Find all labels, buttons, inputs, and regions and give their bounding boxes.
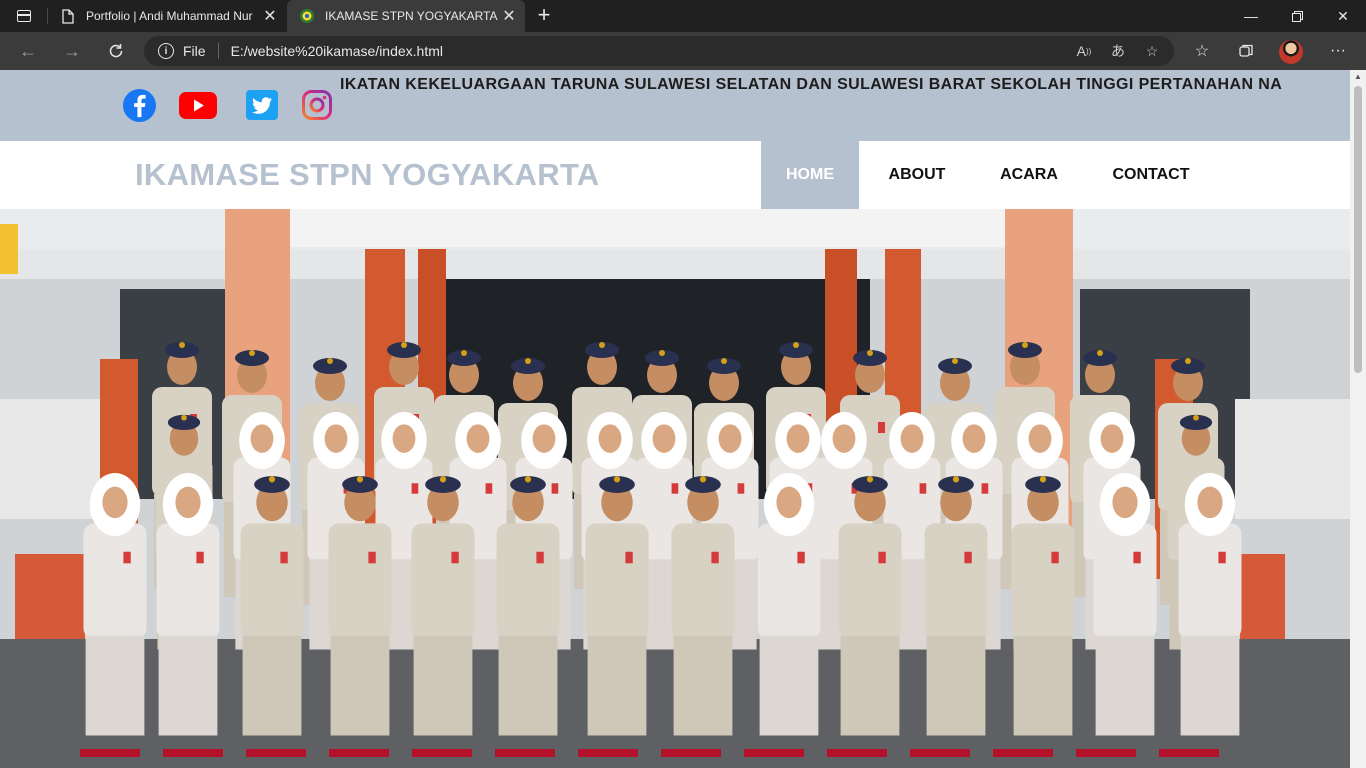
nav-about[interactable]: ABOUT — [859, 141, 975, 209]
site-brand[interactable]: IKAMASE STPN YOGYAKARTA — [135, 157, 600, 193]
close-window-icon[interactable]: ✕ — [1320, 0, 1366, 32]
tab-title: Portfolio | Andi Muhammad Nur — [86, 9, 253, 23]
group-photo-image — [0, 209, 1350, 768]
tab-title: IKAMASE STPN YOGYAKARTA — [325, 9, 498, 23]
read-aloud-icon[interactable]: A)) — [1070, 37, 1098, 65]
collections-icon[interactable] — [1232, 37, 1260, 65]
url-scheme: File — [183, 43, 206, 59]
browser-toolbar: ← → i File E:/website%20ikamase/index.ht… — [0, 32, 1366, 70]
close-tab-icon[interactable]: ✕ — [260, 6, 280, 26]
page-viewport: IKATAN KEKELUARGAAN TARUNA SULAWESI SELA… — [0, 70, 1350, 768]
marquee-text: IKATAN KEKELUARGAAN TARUNA SULAWESI SELA… — [340, 76, 1283, 93]
refresh-icon[interactable] — [102, 37, 130, 65]
instagram-icon[interactable] — [300, 87, 333, 123]
close-tab-icon[interactable]: ✕ — [499, 6, 519, 26]
tab-actions-menu-icon[interactable] — [10, 6, 38, 26]
url-text[interactable]: E:/website%20ikamase/index.html — [231, 43, 1070, 59]
top-bar: IKATAN KEKELUARGAAN TARUNA SULAWESI SELA… — [0, 70, 1350, 141]
site-info-icon[interactable]: i — [158, 43, 174, 59]
star-plus-icon[interactable]: ☆ — [1138, 37, 1166, 65]
nav-home[interactable]: HOME — [761, 141, 859, 209]
browser-tab-strip: Portfolio | Andi Muhammad Nur ✕ IKAMASE … — [0, 0, 1366, 32]
restore-icon[interactable] — [1274, 0, 1320, 32]
profile-avatar[interactable] — [1279, 40, 1303, 64]
hero-group-photo — [0, 209, 1350, 768]
site-header: IKAMASE STPN YOGYAKARTA HOME ABOUT ACARA… — [0, 141, 1350, 209]
divider — [217, 43, 219, 59]
page-scrollbar[interactable]: ▲ — [1350, 70, 1366, 768]
nav-contact[interactable]: CONTACT — [1083, 141, 1219, 209]
nav-acara[interactable]: ACARA — [975, 141, 1083, 209]
translate-icon[interactable]: あ — [1104, 37, 1132, 65]
favorites-icon[interactable]: ☆ — [1188, 37, 1216, 65]
new-tab-icon[interactable]: + — [533, 4, 555, 27]
forward-icon[interactable]: → — [58, 37, 86, 65]
twitter-icon[interactable] — [245, 87, 278, 123]
address-bar[interactable]: i File E:/website%20ikamase/index.html A… — [144, 36, 1174, 66]
back-icon[interactable]: ← — [14, 37, 42, 65]
facebook-icon[interactable] — [121, 87, 157, 123]
main-nav: HOME ABOUT ACARA CONTACT — [761, 141, 1219, 209]
site-favicon-icon — [299, 8, 315, 24]
tab-ikamase[interactable]: IKAMASE STPN YOGYAKARTA ✕ — [287, 0, 525, 32]
scroll-thumb[interactable] — [1354, 86, 1362, 373]
scroll-up-arrow-icon[interactable]: ▲ — [1350, 72, 1366, 82]
tab-portfolio[interactable]: Portfolio | Andi Muhammad Nur ✕ — [48, 0, 286, 32]
youtube-icon[interactable] — [179, 87, 217, 123]
more-dots-icon[interactable]: ··· — [1324, 37, 1352, 65]
minimize-icon[interactable]: — — [1228, 0, 1274, 32]
page-icon — [60, 8, 76, 24]
